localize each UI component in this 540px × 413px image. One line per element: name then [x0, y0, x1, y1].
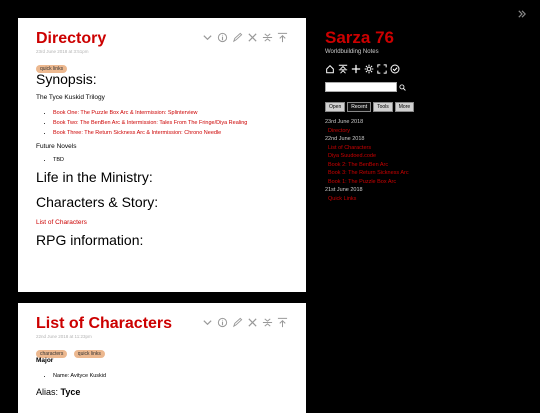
site-subtitle: Worldbuilding Notes [325, 49, 379, 55]
close-all-icon[interactable] [338, 64, 348, 74]
recent-link-list-of-characters[interactable]: List of Characters [325, 144, 525, 153]
site-title: Sarza 76 [325, 28, 394, 47]
characters-link-wrap: List of Characters [36, 219, 288, 226]
sidebar-toggle-icon[interactable] [518, 5, 527, 23]
tiddler-body: Synopsis: The Tyce Kuskid Trilogy Book O… [36, 71, 288, 249]
tag-list: quick links [36, 57, 288, 73]
recent-link-book-1[interactable]: Book 1: The Puzzle Box Arc [325, 178, 525, 187]
recent-list: 23rd June 2018 Directory 22nd June 2018 … [325, 118, 525, 203]
tiddler-list-of-characters: List of Characters 22nd June 2018 at 11:… [18, 303, 306, 413]
character-list: Name: Avityce Kuskid [36, 373, 288, 379]
chevron-down-icon[interactable] [202, 317, 213, 328]
list-item: Book Two: The BenBen Arc & Intermission:… [53, 120, 288, 126]
fullscreen-icon[interactable] [377, 64, 387, 74]
search-row [325, 78, 525, 96]
fold-icon[interactable] [262, 317, 273, 328]
book-list: Book One: The Puzzle Box Arc & Intermiss… [36, 110, 288, 136]
unfold-icon[interactable] [277, 317, 288, 328]
recent-date: 23rd June 2018 [325, 119, 364, 125]
chevron-down-icon[interactable] [202, 32, 213, 43]
book-two-link[interactable]: Book Two: The BenBen Arc & Intermission:… [53, 120, 247, 126]
list-item: TBD [53, 157, 288, 163]
tiddler-subtitle: 22nd June 2018 at 11:23pm [36, 334, 92, 339]
close-icon[interactable] [247, 32, 258, 43]
list-item: Book One: The Puzzle Box Arc & Intermiss… [53, 110, 288, 116]
book-three-link[interactable]: Book Three: The Return Sickness Arc & In… [53, 130, 221, 136]
info-icon[interactable] [217, 32, 228, 43]
tag-list: characters quick links [36, 342, 288, 358]
tag-quick-links[interactable]: quick links [73, 350, 105, 358]
tiddler-toolbar [202, 32, 288, 43]
alias-line: Alias: Tyce [36, 387, 288, 397]
book-one-link[interactable]: Book One: The Puzzle Box Arc & Intermiss… [53, 110, 198, 116]
tiddler-toolbar [202, 317, 288, 328]
tiddler-body: Major Name: Avityce Kuskid Alias: Tyce [36, 357, 288, 397]
list-of-characters-link[interactable]: List of Characters [36, 219, 87, 226]
tab-open[interactable]: Open [325, 102, 346, 112]
info-icon[interactable] [217, 317, 228, 328]
recent-date: 22nd June 2018 [325, 136, 365, 142]
recent-date: 21st June 2018 [325, 187, 363, 193]
edit-icon[interactable] [232, 32, 243, 43]
new-tiddler-icon[interactable] [351, 64, 361, 74]
tab-tools[interactable]: Tools [373, 102, 393, 112]
home-icon[interactable] [325, 64, 335, 74]
recent-link-book-3[interactable]: Book 3: The Return Sickness Arc [325, 169, 525, 178]
tab-recent[interactable]: Recent [347, 102, 372, 112]
heading-characters: Characters & Story: [36, 194, 159, 210]
edit-icon[interactable] [232, 317, 243, 328]
tiddler-directory: Directory 23rd June 2018 at 3:51pm quick… [18, 18, 306, 292]
page-controls [325, 64, 525, 74]
close-icon[interactable] [247, 317, 258, 328]
tab-more[interactable]: More [394, 102, 415, 112]
recent-link-directory[interactable]: Directory [325, 127, 525, 136]
recent-link-diya[interactable]: Diya Suudoed.code [325, 152, 525, 161]
tiddler-subtitle: 23rd June 2018 at 3:51pm [36, 49, 89, 54]
future-list: TBD [36, 157, 288, 163]
unfold-icon[interactable] [277, 32, 288, 43]
heading-ministry: Life in the Ministry: [36, 169, 153, 185]
list-item: Name: Avityce Kuskid [53, 373, 288, 379]
recent-link-quick-links[interactable]: Quick Links [325, 195, 525, 204]
recent-link-book-2[interactable]: Book 2: The BenBen Arc [325, 161, 525, 170]
future-novels-label: Future Novels [36, 143, 77, 150]
alias-value: Tyce [60, 387, 81, 397]
sidebar-tabs: Open Recent Tools More [325, 102, 525, 112]
sidebar: Sarza 76 Worldbuilding Notes Open Recent… [325, 28, 525, 203]
search-input[interactable] [325, 82, 397, 92]
alias-label: Alias: [36, 387, 59, 397]
list-item: Book Three: The Return Sickness Arc & In… [53, 130, 288, 136]
heading-synopsis: Synopsis: [36, 71, 97, 87]
fold-icon[interactable] [262, 32, 273, 43]
save-icon[interactable] [390, 64, 400, 74]
trilogy-label: The Tyce Kuskid Trilogy [36, 94, 105, 101]
control-panel-icon[interactable] [364, 64, 374, 74]
search-icon[interactable] [399, 78, 406, 96]
heading-rpg: RPG information: [36, 232, 144, 248]
